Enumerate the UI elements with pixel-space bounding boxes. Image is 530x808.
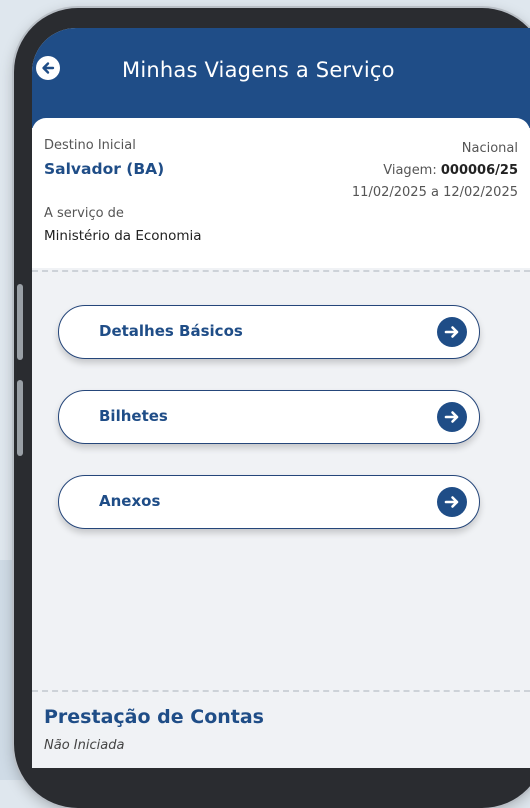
accounts-status: Não Iniciada <box>44 738 125 753</box>
back-button[interactable] <box>36 56 60 80</box>
app-screen: Minhas Viagens a Serviço Destino Inicial… <box>32 28 530 768</box>
phone-side-button <box>17 380 23 456</box>
trip-info-card: Destino Inicial Salvador (BA) A serviço … <box>32 118 530 268</box>
trip-number-line: Viagem: 000006/25 <box>352 160 518 182</box>
service-label: A serviço de <box>44 206 124 221</box>
menu-button-anexos[interactable]: Anexos <box>58 475 480 529</box>
accounts-section-title[interactable]: Prestação de Contas <box>44 706 264 728</box>
destination-value: Salvador (BA) <box>44 160 165 178</box>
phone-side-button <box>17 284 23 360</box>
dashed-divider <box>32 690 530 692</box>
trip-number-label: Viagem: <box>383 163 441 178</box>
service-value: Ministério da Economia <box>44 228 202 244</box>
arrow-right-circle-icon <box>437 487 467 517</box>
trip-meta: Nacional Viagem: 000006/25 11/02/2025 a … <box>352 138 518 204</box>
menu-button-detalhes-basicos[interactable]: Detalhes Básicos <box>58 305 480 359</box>
menu-button-label: Detalhes Básicos <box>99 322 243 340</box>
arrow-left-icon <box>42 62 55 74</box>
menu-button-bilhetes[interactable]: Bilhetes <box>58 390 480 444</box>
app-header: Minhas Viagens a Serviço <box>32 28 530 128</box>
menu-button-label: Anexos <box>99 492 161 510</box>
page-title: Minhas Viagens a Serviço <box>122 58 395 82</box>
destination-label: Destino Inicial <box>44 138 136 153</box>
menu-button-label: Bilhetes <box>99 407 168 425</box>
trip-type: Nacional <box>461 141 518 156</box>
arrow-right-circle-icon <box>437 402 467 432</box>
arrow-right-circle-icon <box>437 317 467 347</box>
dashed-divider <box>32 270 530 272</box>
trip-number: 000006/25 <box>440 163 518 178</box>
trip-dates: 11/02/2025 a 12/02/2025 <box>351 185 518 200</box>
